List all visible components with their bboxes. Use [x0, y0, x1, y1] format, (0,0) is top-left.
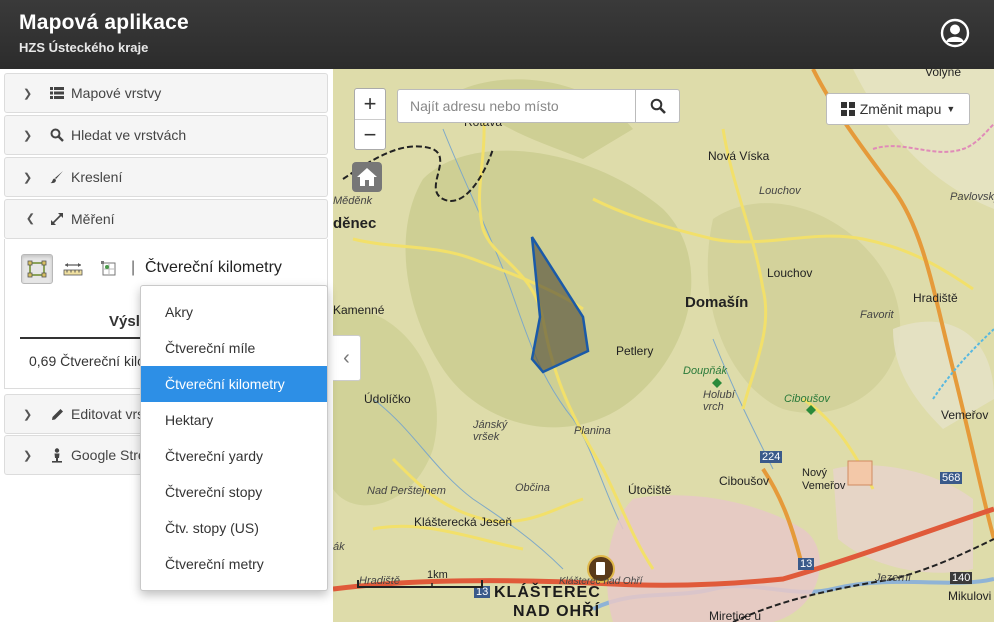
- scale-bar-graphic: [357, 580, 483, 588]
- ruler-icon: [63, 263, 83, 276]
- address-search-input[interactable]: [398, 90, 635, 122]
- chevron-down-icon: ❯: [23, 129, 33, 142]
- chevron-down-icon: ❯: [23, 87, 33, 100]
- panel-label: Hledat ve vrstvách: [71, 127, 187, 143]
- map-label: Občina: [515, 482, 550, 494]
- chevron-down-icon: ❯: [23, 408, 33, 421]
- pencil-icon: [49, 406, 65, 422]
- zoom-control: + −: [354, 88, 386, 150]
- dropdown-option-square-meters[interactable]: Čtvereční metry: [141, 546, 327, 582]
- brush-icon: [49, 169, 65, 185]
- change-map-button[interactable]: Změnit mapu ▼: [826, 93, 970, 125]
- measure-location-button[interactable]: [93, 254, 125, 284]
- map-label: Měděnk: [333, 195, 373, 207]
- road-number: 13: [798, 558, 815, 570]
- map-label: Favorit: [860, 309, 894, 321]
- panel-measure[interactable]: ❯ Měření: [4, 199, 328, 239]
- panel-label: Kreslení: [71, 169, 123, 185]
- dropdown-option-square-feet-us[interactable]: Čtv. stopy (US): [141, 510, 327, 546]
- map-label: Nad Perštejnem: [367, 485, 446, 497]
- map-label: KLÁŠTEREC: [494, 584, 601, 601]
- map-label: Údolíčko: [364, 392, 411, 406]
- search-icon: [49, 127, 65, 143]
- result-value: 0,69 Čtvereční kilometry: [29, 353, 149, 369]
- measure-area-button[interactable]: [21, 254, 53, 284]
- dropdown-option-square-feet[interactable]: Čtvereční stopy: [141, 474, 327, 510]
- map-view[interactable]: Volyně Rotava Nová Víska Louchov Pavlovs…: [333, 69, 994, 622]
- panel-label: Měření: [71, 211, 115, 227]
- map-label: Holubí vrch: [703, 389, 735, 413]
- map-label: Volyně: [925, 69, 962, 79]
- user-avatar-icon[interactable]: [940, 18, 970, 48]
- scale-bar: 1km: [357, 569, 487, 594]
- dropdown-option-square-yards[interactable]: Čtvereční yardy: [141, 438, 327, 474]
- chevron-up-icon: ❯: [25, 212, 35, 225]
- map-label: Nová Víska: [708, 149, 770, 163]
- dropdown-option-square-kilometers[interactable]: Čtvereční kilometry: [141, 366, 327, 402]
- panel-drawing[interactable]: ❯ Kreslení: [4, 157, 328, 197]
- map-label: Louchov: [759, 185, 801, 197]
- map-label: Ciboušov: [719, 474, 770, 488]
- map-label: Útočiště: [628, 483, 672, 497]
- chevron-down-icon: ❯: [23, 449, 33, 462]
- map-label: Pavlovský: [950, 191, 994, 203]
- zoom-in-button[interactable]: +: [355, 89, 385, 119]
- app-title: Mapová aplikace: [19, 11, 189, 34]
- person-icon: [49, 447, 65, 463]
- change-map-label: Změnit mapu: [859, 101, 942, 117]
- dropdown-option-square-miles[interactable]: Čtvereční míle: [141, 330, 327, 366]
- road-number: 224: [760, 451, 783, 463]
- unit-selector[interactable]: Čtvereční kilometry: [145, 259, 282, 277]
- area-icon: [27, 260, 47, 278]
- map-label: Kamenné: [333, 303, 385, 317]
- collapse-sidebar-button[interactable]: ‹: [333, 335, 361, 381]
- panel-label: Mapové vrstvy: [71, 85, 162, 101]
- dropdown-option-acres[interactable]: Akry: [141, 294, 327, 330]
- home-button[interactable]: [352, 162, 382, 192]
- map-label: Miretice u: [709, 609, 762, 622]
- map-label: Planina: [574, 425, 611, 437]
- address-search: [397, 89, 680, 123]
- unit-dropdown-menu: Akry Čtvereční míle Čtvereční kilometry …: [140, 285, 328, 591]
- map-label: NAD OHŘÍ: [513, 603, 601, 620]
- map-label: Ciboušov: [784, 393, 830, 405]
- home-icon: [357, 168, 377, 186]
- road-number: 140: [950, 572, 973, 584]
- panel-map-layers[interactable]: ❯ Mapové vrstvy: [4, 73, 328, 113]
- map-label: Mikulovi: [948, 589, 992, 603]
- road-number: 568: [940, 472, 963, 484]
- dropdown-option-hectares[interactable]: Hektary: [141, 402, 327, 438]
- unit-separator: |: [131, 259, 136, 276]
- caret-down-icon: ▼: [946, 104, 956, 114]
- map-label: Petlery: [616, 344, 654, 358]
- grid-icon: [840, 102, 855, 116]
- app-root: Mapová aplikace HZS Ústeckého kraje ❯ Ma…: [0, 0, 994, 622]
- resize-icon: [49, 211, 65, 227]
- app-header: Mapová aplikace HZS Ústeckého kraje: [0, 0, 994, 69]
- map-label: Nový Vemeřov: [802, 467, 846, 492]
- zoom-out-button[interactable]: −: [355, 120, 385, 150]
- map-label: Doupňák: [683, 365, 728, 377]
- result-divider: [20, 337, 150, 339]
- panel-search-layers[interactable]: ❯ Hledat ve vrstvách: [4, 115, 328, 155]
- location-grid-icon: [101, 261, 116, 276]
- list-icon: [49, 85, 65, 101]
- measure-distance-button[interactable]: [57, 254, 89, 284]
- map-base: [333, 69, 994, 622]
- map-label: děnec: [333, 215, 377, 232]
- map-label: ák: [333, 541, 345, 553]
- map-label: Domašín: [685, 294, 749, 311]
- map-label: Jánský vršek: [473, 419, 508, 443]
- map-label: Louchov: [767, 266, 813, 280]
- scale-label: 1km: [427, 569, 448, 581]
- map-label: Hradiště: [913, 291, 958, 305]
- map-label: Klášterecká Jeseň: [414, 515, 513, 529]
- search-icon: [650, 98, 666, 114]
- app-subtitle: HZS Ústeckého kraje: [19, 40, 149, 55]
- chevron-down-icon: ❯: [23, 171, 33, 184]
- map-label: Jezerní: [875, 572, 912, 584]
- map-label: Vemeřov: [941, 408, 989, 422]
- search-button[interactable]: [635, 90, 679, 122]
